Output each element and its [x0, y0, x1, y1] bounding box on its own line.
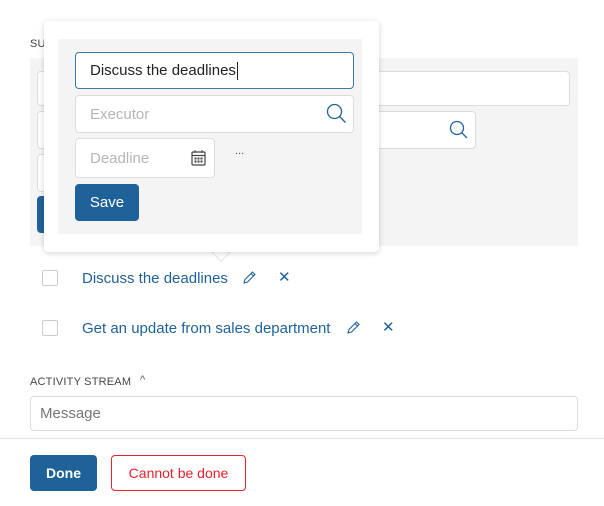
subtask-checkbox[interactable]	[42, 270, 58, 286]
subtask-link[interactable]: Get an update from sales department	[82, 320, 330, 337]
done-button[interactable]: Done	[30, 455, 97, 491]
deadline-input[interactable]: Deadline	[75, 138, 215, 178]
search-icon	[449, 120, 468, 139]
subtask-checkbox[interactable]	[42, 320, 58, 336]
search-icon[interactable]	[326, 103, 347, 124]
subtask-title-input[interactable]: Discuss the deadlines	[75, 52, 354, 89]
more-options-button[interactable]: ...	[235, 145, 244, 157]
delete-icon[interactable]: ✕	[382, 318, 395, 336]
pencil-icon[interactable]	[345, 320, 361, 336]
chevron-up-icon[interactable]: ^	[140, 374, 145, 386]
text-cursor	[236, 61, 238, 80]
save-button[interactable]: Save	[75, 184, 139, 221]
message-input[interactable]: Message	[30, 396, 578, 431]
executor-input[interactable]: Executor	[75, 95, 354, 133]
pencil-icon[interactable]	[241, 270, 257, 286]
delete-icon[interactable]: ✕	[278, 268, 291, 286]
calendar-icon[interactable]	[191, 149, 206, 166]
subtask-link[interactable]: Discuss the deadlines	[82, 270, 228, 287]
activity-stream-label: ACTIVITY STREAM	[30, 376, 132, 388]
cannot-be-done-button[interactable]: Cannot be done	[111, 455, 246, 491]
divider	[0, 438, 604, 439]
